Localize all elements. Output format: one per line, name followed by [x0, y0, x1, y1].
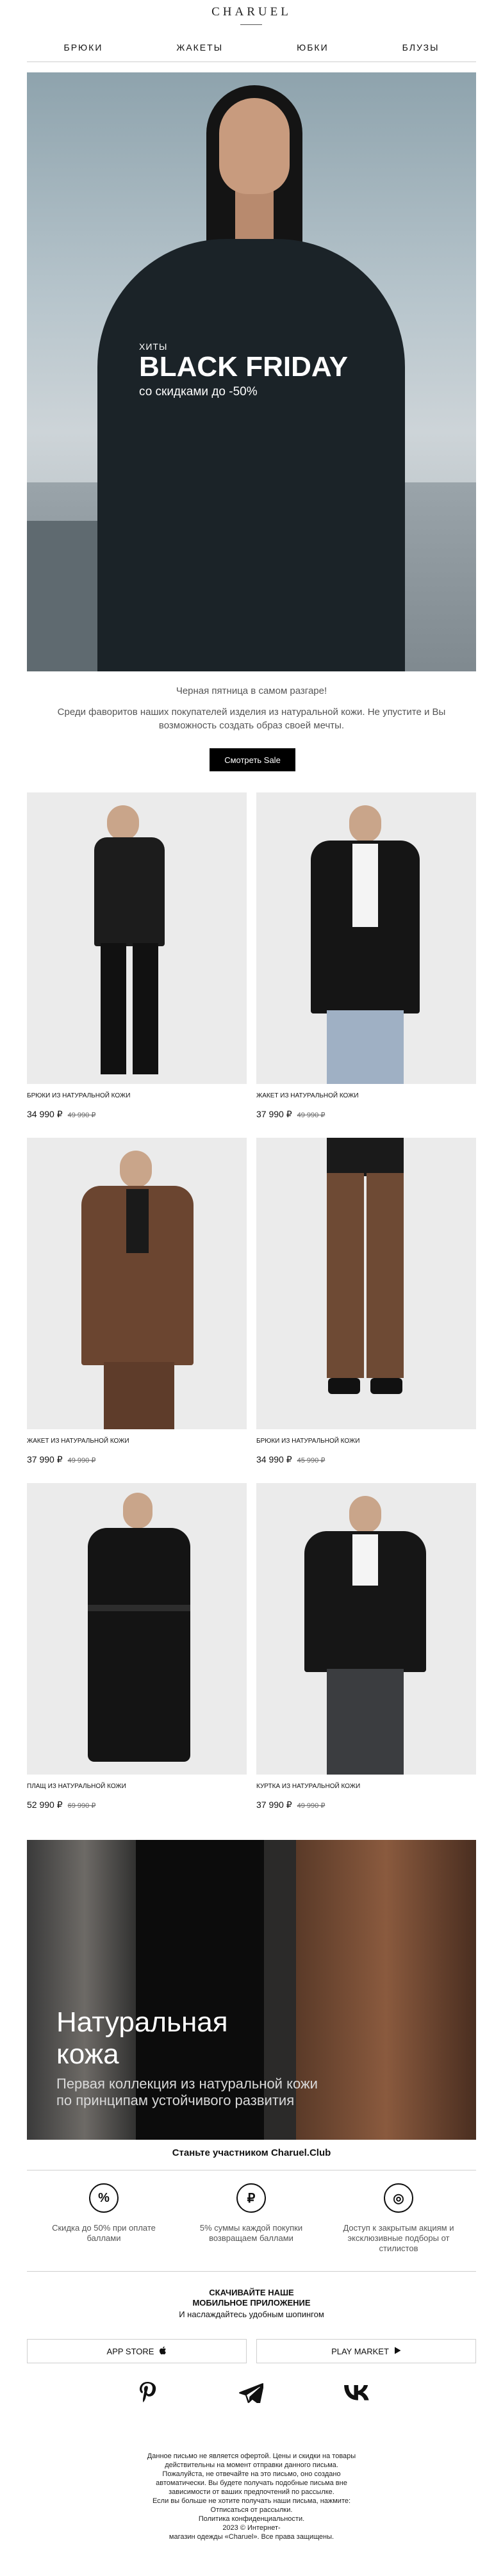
hero-model-coat: [97, 239, 405, 671]
old-price: 49 990 ₽: [67, 1112, 96, 1119]
product-name[interactable]: БРЮКИ ИЗ НАТУРАЛЬНОЙ КОЖИ: [27, 1092, 247, 1099]
footer-line: Пожалуйста, не отвечайте на это письмо, …: [162, 2470, 341, 2478]
telegram-icon[interactable]: [238, 2380, 264, 2406]
clothes-icon: ◎: [384, 2183, 413, 2213]
footer-line: Данное письмо не является офертой. Цены …: [147, 2452, 356, 2460]
current-price: 37 990 ₽: [256, 1109, 292, 1119]
play-market-button[interactable]: PLAY MARKET: [256, 2339, 476, 2363]
footer-line: Если вы больше не хотите получать наши п…: [152, 2497, 351, 2505]
club-benefit: % Скидка до 50% при оплате баллами: [40, 2183, 168, 2244]
hero-title: BLACK FRIDAY: [139, 351, 348, 382]
apple-icon: [159, 2346, 167, 2357]
product-card[interactable]: БРЮКИ ИЗ НАТУРАЛЬНОЙ КОЖИ 34 990 ₽ 45 990…: [256, 1138, 476, 1465]
leather-banner[interactable]: Натуральная кожа Первая коллекция из нат…: [27, 1840, 476, 2140]
hero-banner[interactable]: ХИТЫ BLACK FRIDAY со скидками до -50%: [27, 72, 476, 671]
current-price: 37 990 ₽: [27, 1454, 63, 1464]
product-name[interactable]: ЖАКЕТ ИЗ НАТУРАЛЬНОЙ КОЖИ: [27, 1438, 247, 1445]
banner-subtitle: Первая коллекция из натуральной кожи по …: [56, 2076, 318, 2109]
product-card[interactable]: ЖАКЕТ ИЗ НАТУРАЛЬНОЙ КОЖИ 37 990 ₽ 49 990…: [256, 792, 476, 1120]
footer-line: автоматически. Вы будете получать подобн…: [156, 2479, 347, 2487]
current-price: 34 990 ₽: [27, 1109, 63, 1119]
brand-logo[interactable]: CHARUEL: [27, 5, 476, 19]
current-price: 37 990 ₽: [256, 1800, 292, 1810]
pinterest-icon[interactable]: [135, 2380, 160, 2406]
product-card[interactable]: КУРТКА ИЗ НАТУРАЛЬНОЙ КОЖИ 37 990 ₽ 49 99…: [256, 1483, 476, 1810]
app-title-line: СКАЧИВАЙТЕ НАШЕ: [209, 2288, 294, 2297]
ruble-icon: ₽: [236, 2183, 266, 2213]
footer-line: действительны на момент отправки данного…: [165, 2461, 338, 2469]
play-icon: [394, 2347, 401, 2356]
app-title-line: МОБИЛЬНОЕ ПРИЛОЖЕНИЕ: [192, 2298, 311, 2308]
banner-title-line: кожа: [56, 2039, 119, 2070]
banner-subtitle-line: Первая коллекция из натуральной кожи: [56, 2076, 318, 2092]
hero-subtitle: со скидками до -50%: [139, 385, 258, 398]
product-image[interactable]: [256, 792, 476, 1084]
club-benefit-text: 5% суммы каждой покупки возвращаем балла…: [199, 2223, 303, 2243]
product-price: 34 990 ₽ 45 990 ₽: [256, 1454, 476, 1465]
club-benefit: ◎ Доступ к закрытым акциям и эксклюзивны…: [334, 2183, 463, 2254]
intro-headline: Черная пятница в самом разгаре!: [176, 685, 327, 696]
intro-block: Черная пятница в самом разгаре! Среди фа…: [27, 685, 476, 732]
product-image[interactable]: [27, 792, 247, 1084]
product-card[interactable]: БРЮКИ ИЗ НАТУРАЛЬНОЙ КОЖИ 34 990 ₽ 49 990…: [27, 792, 247, 1120]
nav-item-trousers[interactable]: БРЮКИ: [64, 42, 103, 56]
view-sale-button[interactable]: Смотреть Sale: [210, 748, 295, 771]
old-price: 49 990 ₽: [297, 1802, 326, 1810]
banner-title: Натуральная кожа: [56, 2006, 228, 2071]
intro-text: Среди фаворитов наших покупателей издели…: [57, 707, 446, 731]
top-nav: БРЮКИ ЖАКЕТЫ ЮБКИ БЛУЗЫ: [27, 42, 476, 56]
nav-item-jackets[interactable]: ЖАКЕТЫ: [176, 42, 223, 56]
old-price: 45 990 ₽: [297, 1457, 326, 1464]
club-benefit: ₽ 5% суммы каждой покупки возвращаем бал…: [187, 2183, 315, 2244]
product-name[interactable]: КУРТКА ИЗ НАТУРАЛЬНОЙ КОЖИ: [256, 1783, 476, 1790]
product-image[interactable]: [27, 1483, 247, 1775]
club-title[interactable]: Станьте участником Charuel.Club: [27, 2147, 476, 2158]
app-title: СКАЧИВАЙТЕ НАШЕ МОБИЛЬНОЕ ПРИЛОЖЕНИЕ: [27, 2288, 476, 2308]
product-price: 37 990 ₽ 49 990 ₽: [256, 1109, 476, 1120]
nav-item-blouses[interactable]: БЛУЗЫ: [402, 42, 440, 56]
club-benefit-text: Доступ к закрытым акциям и эксклюзивные …: [343, 2223, 454, 2253]
hero-model-face: [219, 98, 290, 194]
logo-underline: [240, 24, 262, 25]
play-market-label: PLAY MARKET: [331, 2346, 389, 2356]
product-card[interactable]: ЖАКЕТ ИЗ НАТУРАЛЬНОЙ КОЖИ 37 990 ₽ 49 990…: [27, 1138, 247, 1465]
product-price: 37 990 ₽ 49 990 ₽: [256, 1800, 476, 1810]
vk-icon[interactable]: [344, 2380, 370, 2406]
banner-photo-right: [296, 1840, 476, 2140]
old-price: 69 990 ₽: [67, 1802, 96, 1810]
product-name[interactable]: БРЮКИ ИЗ НАТУРАЛЬНОЙ КОЖИ: [256, 1438, 476, 1445]
footer-disclaimer: Данное письмо не является офертой. Цены …: [91, 2452, 412, 2541]
old-price: 49 990 ₽: [297, 1112, 326, 1119]
club-benefit-text: Скидка до 50% при оплате баллами: [52, 2223, 156, 2243]
product-price: 34 990 ₽ 49 990 ₽: [27, 1109, 247, 1120]
nav-item-skirts[interactable]: ЮБКИ: [297, 42, 329, 56]
product-name[interactable]: ЖАКЕТ ИЗ НАТУРАЛЬНОЙ КОЖИ: [256, 1092, 476, 1099]
old-price: 49 990 ₽: [67, 1457, 96, 1464]
product-price: 37 990 ₽ 49 990 ₽: [27, 1454, 247, 1465]
app-store-button[interactable]: APP STORE: [27, 2339, 247, 2363]
hero-text: ХИТЫ BLACK FRIDAY со скидками до -50%: [139, 341, 348, 399]
club-divider-bottom: [27, 2271, 476, 2272]
footer-line: 2023 © Интернет-: [222, 2524, 281, 2532]
hero-kicker: ХИТЫ: [139, 341, 168, 352]
banner-subtitle-line: по принципам устойчивого развития: [56, 2092, 295, 2108]
app-subtitle: И наслаждайтесь удобным шопингом: [179, 2309, 324, 2319]
club-benefits: % Скидка до 50% при оплате баллами ₽ 5% …: [27, 2183, 476, 2254]
app-store-label: APP STORE: [106, 2346, 154, 2356]
privacy-policy-link[interactable]: Политика конфиденциальности.: [91, 2514, 412, 2523]
percent-icon: %: [89, 2183, 119, 2213]
banner-title-line: Натуральная: [56, 2006, 228, 2038]
product-image[interactable]: [27, 1138, 247, 1429]
product-price: 52 990 ₽ 69 990 ₽: [27, 1800, 247, 1810]
product-image[interactable]: [256, 1138, 476, 1429]
current-price: 34 990 ₽: [256, 1454, 292, 1464]
unsubscribe-link[interactable]: Отписаться от рассылки.: [91, 2506, 412, 2514]
social-links: [27, 2380, 476, 2412]
product-card[interactable]: ПЛАЩ ИЗ НАТУРАЛЬНОЙ КОЖИ 52 990 ₽ 69 990 …: [27, 1483, 247, 1810]
footer-line: зависимости от ваших предпочтений по рас…: [169, 2488, 334, 2496]
product-name[interactable]: ПЛАЩ ИЗ НАТУРАЛЬНОЙ КОЖИ: [27, 1783, 247, 1790]
current-price: 52 990 ₽: [27, 1800, 63, 1810]
footer-line: магазин одежды «Charuel». Все права защи…: [169, 2533, 334, 2541]
product-image[interactable]: [256, 1483, 476, 1775]
